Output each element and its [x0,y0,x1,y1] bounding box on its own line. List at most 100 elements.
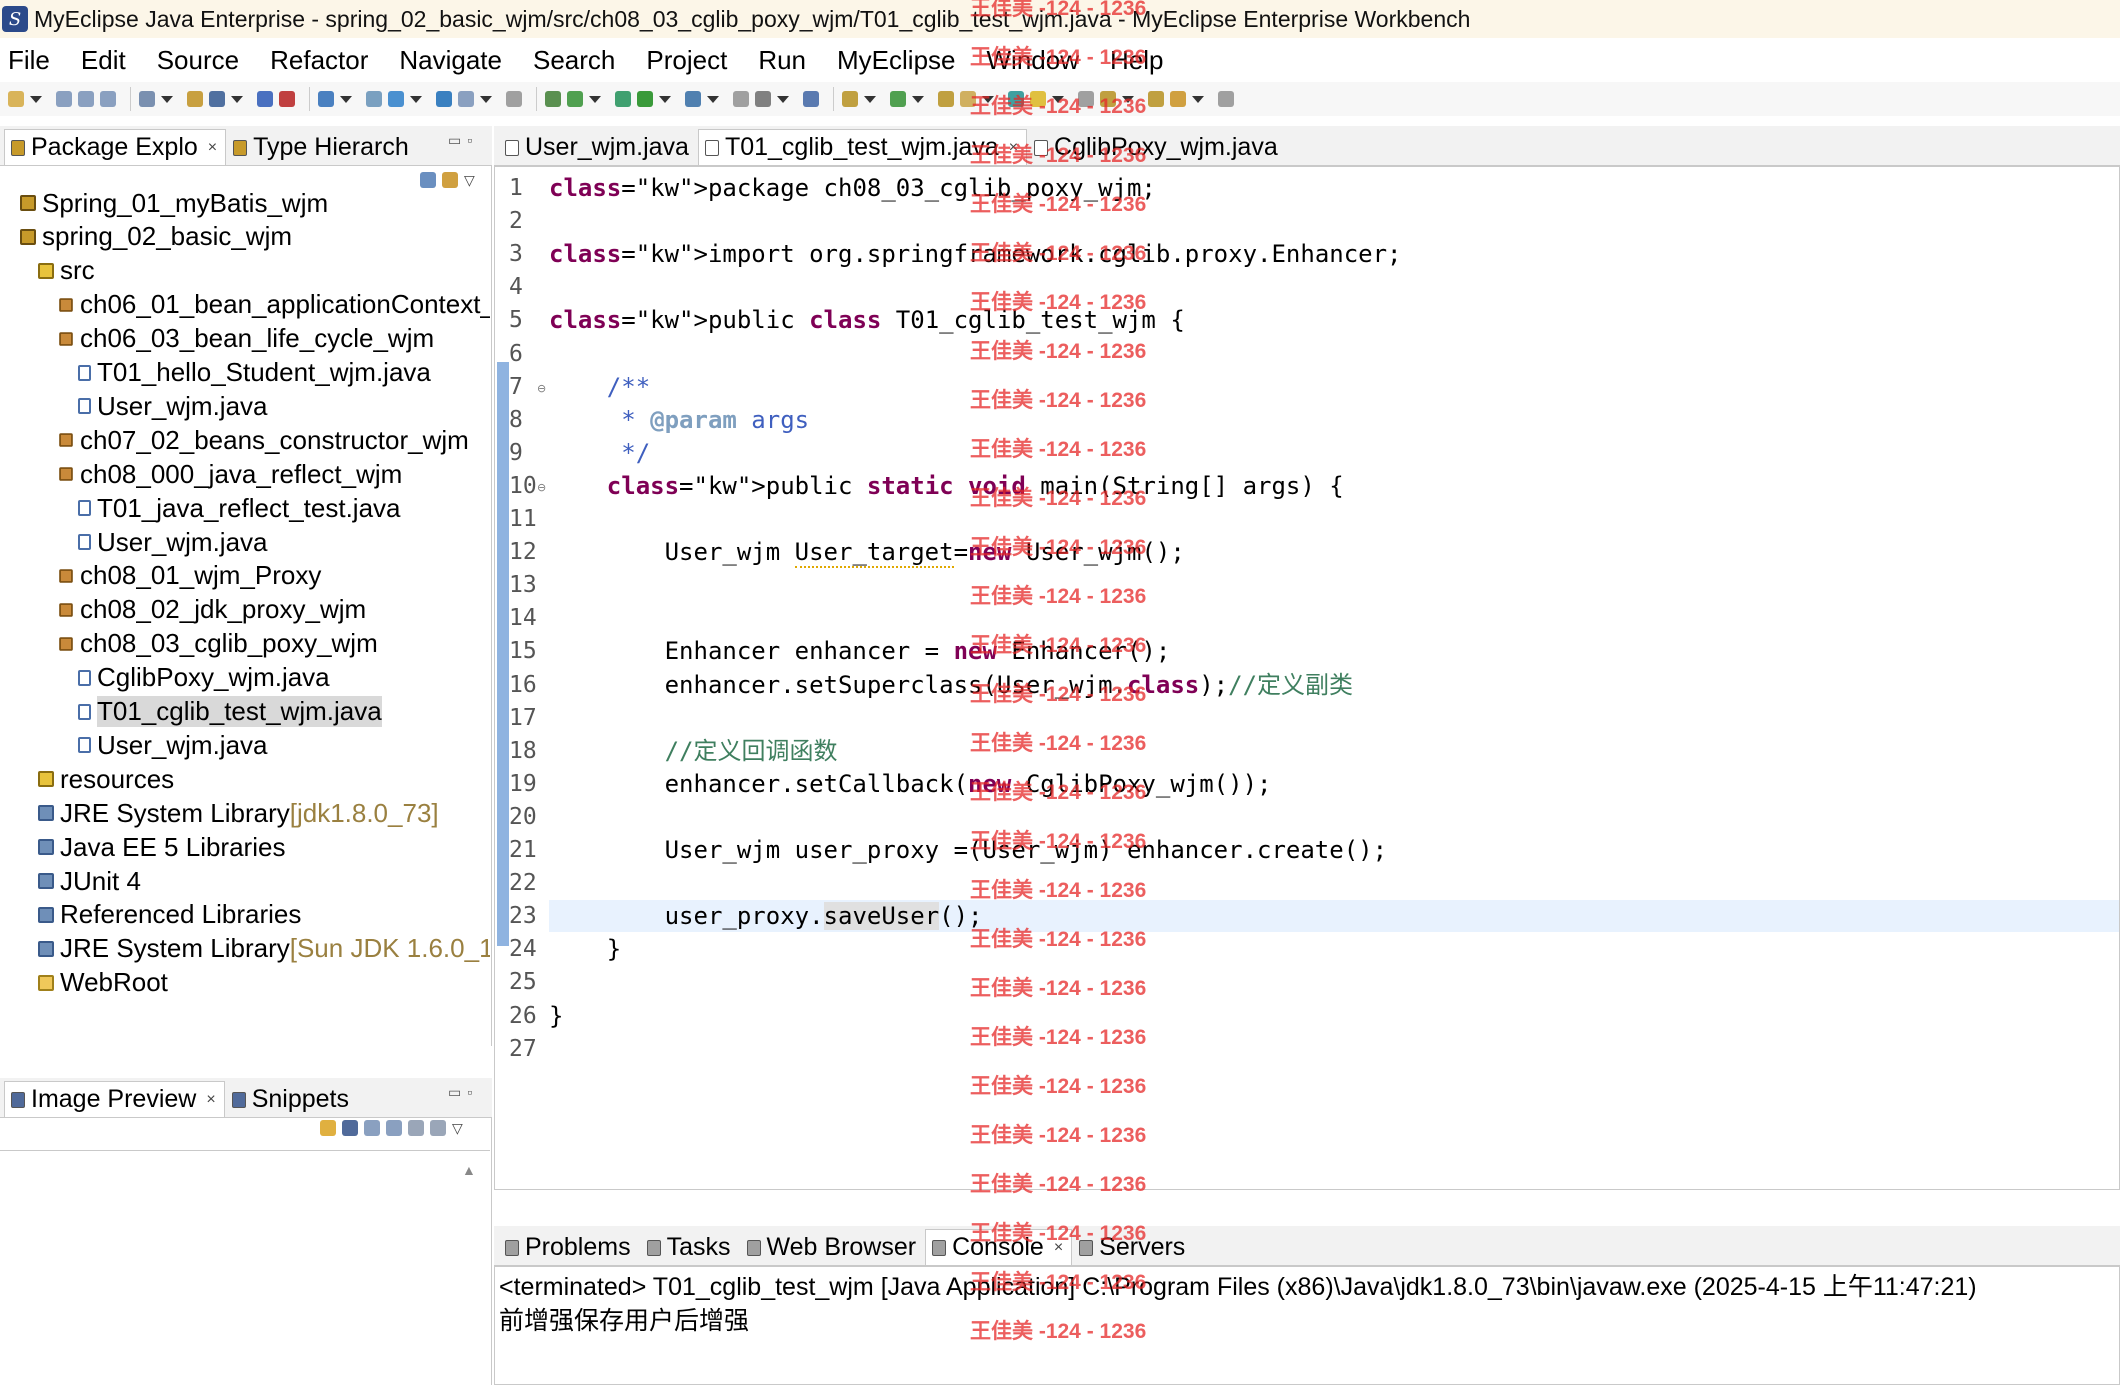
menu-run[interactable]: Run [758,45,806,76]
tab-web-browser[interactable]: Web Browser [740,1229,926,1265]
toolbar-icon[interactable] [545,91,561,107]
view-menu-icon[interactable]: ▽ [452,1120,463,1137]
menu-edit[interactable]: Edit [81,45,126,76]
zoom-in-icon[interactable] [386,1120,402,1136]
dropdown-arrow-icon[interactable] [589,95,601,103]
menu-source[interactable]: Source [157,45,239,76]
menu-myeclipse[interactable]: MyEclipse [837,45,955,76]
close-icon[interactable]: × [208,139,217,157]
toolbar-icon[interactable] [803,91,819,107]
dropdown-arrow-icon[interactable] [1052,95,1064,103]
toolbar-icon[interactable] [436,91,452,107]
toolbar-icon[interactable] [78,91,94,107]
toolbar-icon[interactable] [567,91,583,107]
screen-size-icon[interactable] [430,1120,446,1136]
tab-package-explo[interactable]: Package Explo × [4,129,227,165]
tab-t01-cglib-test-wjm-java[interactable]: T01_cglib_test_wjm.java × [697,129,1028,165]
fit-image-icon[interactable] [342,1120,358,1136]
dropdown-arrow-icon[interactable] [1192,95,1204,103]
tree-item[interactable]: Spring_01_myBatis_wjm [20,186,328,220]
tree-item[interactable]: JUnit 4 [38,864,141,898]
dropdown-arrow-icon[interactable] [1122,95,1134,103]
tree-item[interactable]: src [38,254,95,288]
toolbar-icon[interactable] [615,91,631,107]
tree-item[interactable]: User_wjm.java [78,525,268,559]
dropdown-arrow-icon[interactable] [707,95,719,103]
toolbar-icon[interactable] [100,91,116,107]
tree-item[interactable]: CglibPoxy_wjm.java [78,661,330,695]
refresh-icon[interactable] [320,1120,336,1136]
fold-toggle-icon[interactable]: ⊖ [537,481,546,494]
tree-item[interactable]: ch08_01_wjm_Proxy [58,559,321,593]
tab-cglibpoxy-wjm-java[interactable]: CglibPoxy_wjm.java [1027,129,1287,165]
tree-item[interactable]: T01_cglib_test_wjm.java [78,695,382,729]
tab-image-preview[interactable]: Image Preview × [4,1081,225,1117]
tree-item[interactable]: User_wjm.java [78,728,268,762]
toolbar-icon[interactable] [366,91,382,107]
tree-item[interactable]: resources [38,762,174,796]
menu-window[interactable]: Window [987,45,1079,76]
menu-help[interactable]: Help [1110,45,1163,76]
toolbar-icon[interactable] [8,91,24,107]
toolbar-icon[interactable] [187,91,203,107]
toolbar-icon[interactable] [637,91,653,107]
dropdown-arrow-icon[interactable] [777,95,789,103]
close-icon[interactable]: × [1009,139,1018,157]
zoom-out-icon[interactable] [364,1120,380,1136]
toolbar-icon[interactable] [388,91,404,107]
toolbar-icon[interactable] [1008,91,1024,107]
tree-item[interactable]: Java EE 5 Libraries [38,830,285,864]
toolbar-icon[interactable] [733,91,749,107]
dropdown-arrow-icon[interactable] [231,95,243,103]
tree-item[interactable]: ch07_02_beans_constructor_wjm [58,423,469,457]
toolbar-icon[interactable] [257,91,273,107]
panel-min-max-icon[interactable]: ▭▫ [448,1084,478,1101]
toolbar-icon[interactable] [1170,91,1186,107]
menu-project[interactable]: Project [646,45,727,76]
tree-item[interactable]: ch08_03_cglib_poxy_wjm [58,627,378,661]
toolbar-icon[interactable] [139,91,155,107]
toolbar-icon[interactable] [1100,91,1116,107]
dropdown-arrow-icon[interactable] [410,95,422,103]
console-view[interactable]: <terminated> T01_cglib_test_wjm [Java Ap… [494,1266,2120,1385]
actual-size-icon[interactable] [408,1120,424,1136]
dropdown-arrow-icon[interactable] [340,95,352,103]
tree-item[interactable]: ch06_03_bean_life_cycle_wjm [58,322,434,356]
toolbar-icon[interactable] [279,91,295,107]
dropdown-arrow-icon[interactable] [864,95,876,103]
scroll-up-icon[interactable]: ▲ [462,1162,476,1178]
tree-item[interactable]: spring_02_basic_wjm [20,220,292,254]
tree-item[interactable]: Referenced Libraries [38,898,301,932]
dropdown-arrow-icon[interactable] [161,95,173,103]
tab-tasks[interactable]: Tasks [640,1229,740,1265]
menu-file[interactable]: File [8,45,50,76]
menu-search[interactable]: Search [533,45,615,76]
tree-item[interactable]: T01_java_reflect_test.java [78,491,401,525]
toolbar-icon[interactable] [938,91,954,107]
tab-snippets[interactable]: Snippets [225,1081,358,1117]
panel-min-max-icon[interactable]: ▭▫ [448,132,478,149]
tree-item[interactable]: ch08_02_jdk_proxy_wjm [58,593,366,627]
tab-servers[interactable]: Servers [1072,1229,1194,1265]
tree-item[interactable]: ch06_01_bean_applicationContext_w [58,288,490,322]
toolbar-icon[interactable] [1148,91,1164,107]
toolbar-icon[interactable] [1078,91,1094,107]
toolbar-icon[interactable] [755,91,771,107]
menu-navigate[interactable]: Navigate [399,45,502,76]
close-icon[interactable]: × [1054,1239,1063,1257]
tree-item[interactable]: JRE System Library [Sun JDK 1.6.0_13] [38,932,490,966]
toolbar-icon[interactable] [685,91,701,107]
tree-item[interactable]: User_wjm.java [78,389,268,423]
tab-user-wjm-java[interactable]: User_wjm.java [498,129,698,165]
tree-item[interactable]: ch08_000_java_reflect_wjm [58,457,402,491]
toolbar-icon[interactable] [506,91,522,107]
toolbar-icon[interactable] [209,91,225,107]
code-editor[interactable]: 1 2 3 4 5 6 7 ⊖ 8 9 10 ⊖ 11 12 13 14 15 16 17 18 19 20 21 22 23 2… [494,166,2120,1190]
toolbar-icon[interactable] [458,91,474,107]
toolbar-icon[interactable] [56,91,72,107]
dropdown-arrow-icon[interactable] [480,95,492,103]
toolbar-icon[interactable] [890,91,906,107]
tree-item[interactable]: T01_hello_Student_wjm.java [78,356,431,390]
dropdown-arrow-icon[interactable] [982,95,994,103]
menu-refactor[interactable]: Refactor [270,45,368,76]
